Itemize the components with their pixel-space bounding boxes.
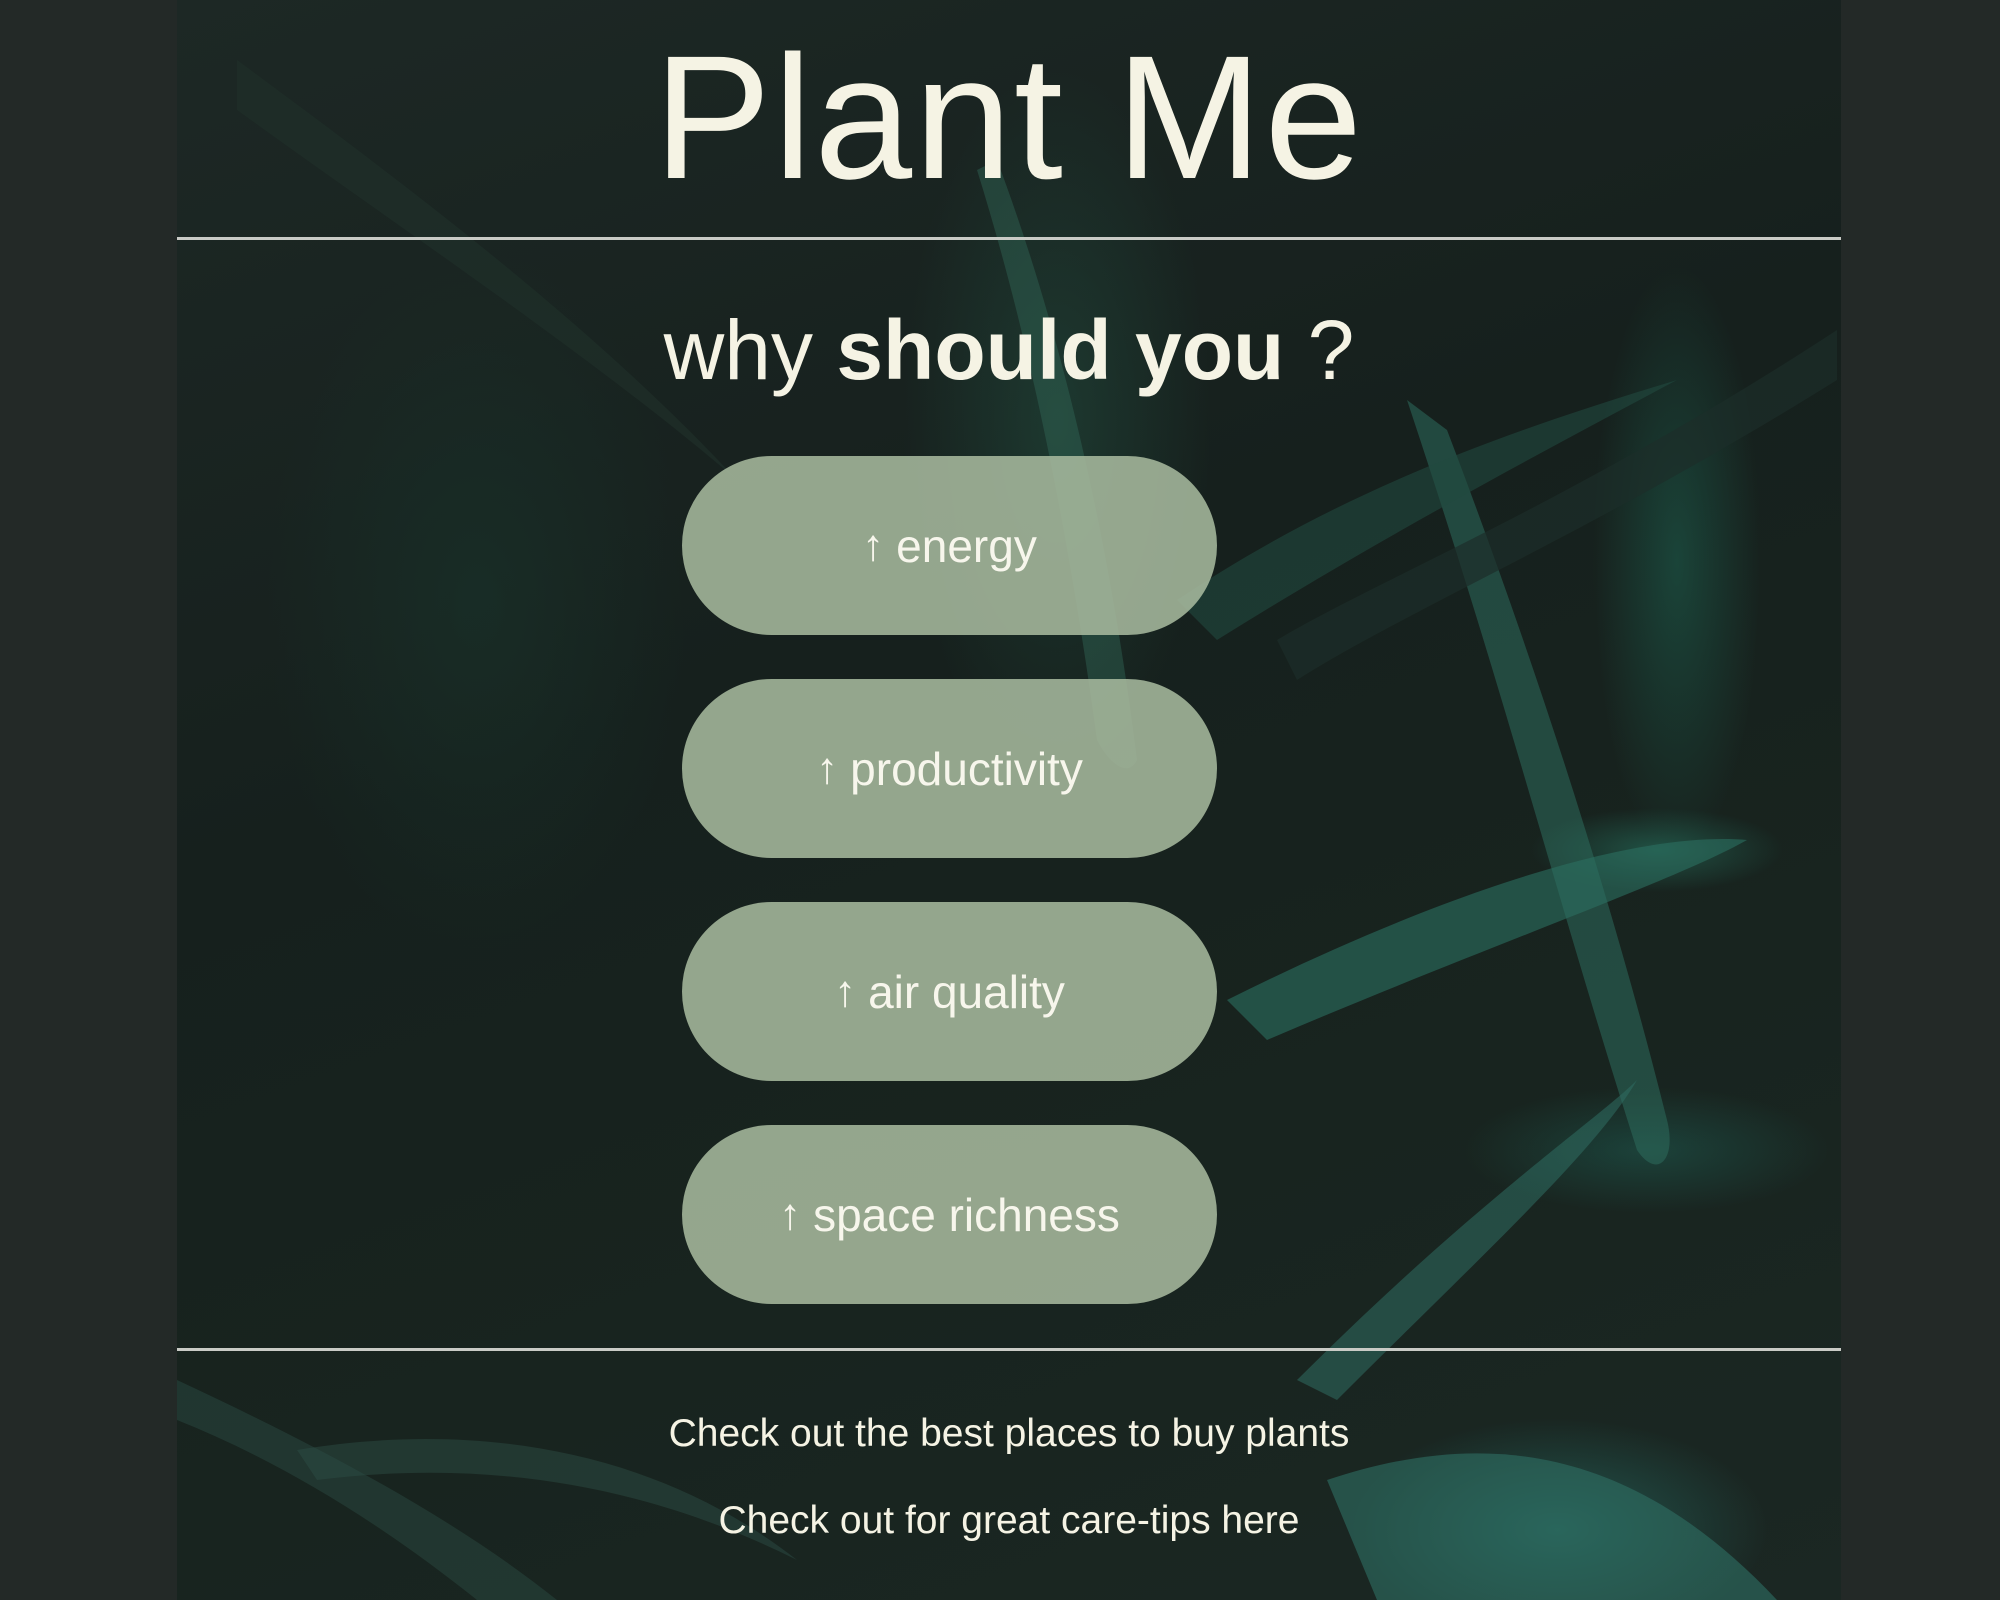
header-divider <box>177 237 1841 240</box>
up-arrow-icon: ↑ <box>779 1189 802 1239</box>
benefit-button-space-richness[interactable]: ↑ space richness <box>682 1125 1217 1304</box>
benefit-label: air quality <box>868 965 1065 1018</box>
up-arrow-icon: ↑ <box>834 966 857 1016</box>
benefit-label: energy <box>896 519 1037 572</box>
heading-emphasis: should you <box>836 303 1285 397</box>
up-arrow-icon: ↑ <box>862 520 885 570</box>
heading-prefix: why <box>663 303 813 397</box>
benefit-button-air-quality[interactable]: ↑ air quality <box>682 902 1217 1081</box>
benefit-label: productivity <box>850 742 1083 795</box>
up-arrow-icon: ↑ <box>816 743 839 793</box>
buy-plants-link[interactable]: Check out the best places to buy plants <box>177 1412 1841 1456</box>
page: Plant Me why should you ? ↑ energy ↑ pro… <box>0 0 2000 1600</box>
section-heading: why should you ? <box>177 300 1841 400</box>
care-tips-link[interactable]: Check out for great care-tips here <box>177 1499 1841 1543</box>
heading-suffix: ? <box>1307 303 1355 397</box>
page-title: Plant Me <box>653 20 1365 216</box>
footer-divider <box>177 1348 1841 1351</box>
benefit-button-productivity[interactable]: ↑ productivity <box>682 679 1217 858</box>
benefit-label: space richness <box>813 1188 1120 1241</box>
benefit-button-energy[interactable]: ↑ energy <box>682 456 1217 635</box>
hero-background: Plant Me why should you ? ↑ energy ↑ pro… <box>177 0 1841 1600</box>
